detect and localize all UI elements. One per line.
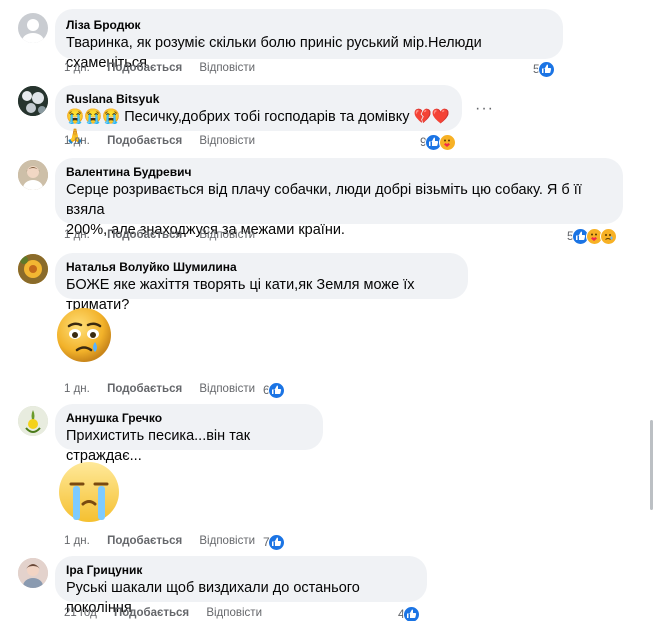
reply-button[interactable]: Відповісти [199,229,255,241]
avatar[interactable] [18,160,48,190]
comment-menu-button[interactable]: ··· [475,100,494,118]
tearful-face-sticker [55,306,113,369]
comment-actions: 1 дн. Подобається Відповісти [64,135,269,151]
comment-time[interactable]: 1 дн. [64,383,90,395]
like-button[interactable]: Подобається [107,383,182,395]
comment-author[interactable]: Ruslana Bitsyuk [66,91,451,107]
care-reaction-icon [438,133,456,151]
like-button[interactable]: Подобається [107,135,182,147]
reply-button[interactable]: Відповісти [199,62,255,74]
comment-author[interactable]: Ліза Бродюк [66,17,552,33]
avatar[interactable] [18,558,48,588]
crying-face-icon [59,462,119,522]
like-button[interactable]: Подобається [107,229,182,241]
reaction-summary[interactable]: 6 [263,381,285,399]
comment-author[interactable]: Іра Грицуник [66,562,416,578]
profile-photo-icon [18,86,48,116]
reaction-summary[interactable]: 7 [263,533,285,551]
avatar[interactable] [18,86,48,116]
reply-button[interactable]: Відповісти [206,607,262,619]
avatar[interactable] [18,254,48,284]
reaction-summary[interactable]: 4 [398,605,420,621]
reaction-summary[interactable]: 5 [567,227,617,245]
tearful-face-icon [57,308,111,362]
like-button[interactable]: Подобається [107,62,182,74]
comment-bubble: Іра Грицуник Руські шакали щоб виздихали… [55,556,427,616]
comment-text: БОЖЕ яке жахіття творять ці кати,як Земл… [66,277,415,313]
comment-time[interactable]: 1 дн. [64,62,90,74]
sad-reaction-icon [599,227,617,245]
like-reaction-icon [402,605,420,621]
comment-time[interactable]: 1 дн. [64,135,90,147]
comment-bubble: Ліза Бродюк Тваринка, як розуміє скільки… [55,9,563,71]
comment-bubble: Наталья Волуйко Шумилина БОЖЕ яке жахітт… [55,253,468,313]
profile-photo-icon [18,160,48,190]
comment-author[interactable]: Валентина Будревич [66,164,612,180]
like-reaction-icon [267,533,285,551]
profile-photo-icon [18,558,48,588]
like-button[interactable]: Подобається [114,607,189,619]
comment-time[interactable]: 1 дн. [64,535,90,547]
profile-photo-icon [18,254,48,284]
comment-time[interactable]: 1 дн. [64,229,90,241]
reaction-summary[interactable]: 9 [420,133,456,151]
comment-author[interactable]: Аннушка Гречко [66,410,312,426]
like-button[interactable]: Подобається [107,535,182,547]
profile-photo-icon [18,406,48,436]
reaction-summary[interactable]: 5 [533,60,555,78]
comment-actions: 1 дн. Подобається Відповісти [64,383,269,399]
reply-button[interactable]: Відповісти [199,535,255,547]
comment-time[interactable]: 21 год [64,607,97,619]
comment-actions: 1 дн. Подобається Відповісти [64,535,269,551]
avatar[interactable] [18,406,48,436]
reply-button[interactable]: Відповісти [199,383,255,395]
comment-actions: 1 дн. Подобається Відповісти [64,62,269,78]
crying-face-sticker [55,460,123,529]
avatar[interactable] [18,13,48,43]
comment-author[interactable]: Наталья Волуйко Шумилина [66,259,457,275]
comment-text-line-1: Серце розривається від плачу собачки, лю… [66,182,582,218]
comment-actions: 21 год Подобається Відповісти [64,607,276,621]
comment-bubble: Аннушка Гречко Прихистить песика...він т… [55,404,323,464]
reply-button[interactable]: Відповісти [199,135,255,147]
default-avatar-icon [22,19,44,43]
comment-bubble: Ruslana Bitsyuk 😭😭😭 Песичку,добрих тобі … [55,85,462,145]
like-reaction-icon [267,381,285,399]
comment-actions: 1 дн. Подобається Відповісти [64,229,269,245]
comment-bubble: Валентина Будревич Серце розривається ві… [55,158,623,238]
like-reaction-icon [537,60,555,78]
